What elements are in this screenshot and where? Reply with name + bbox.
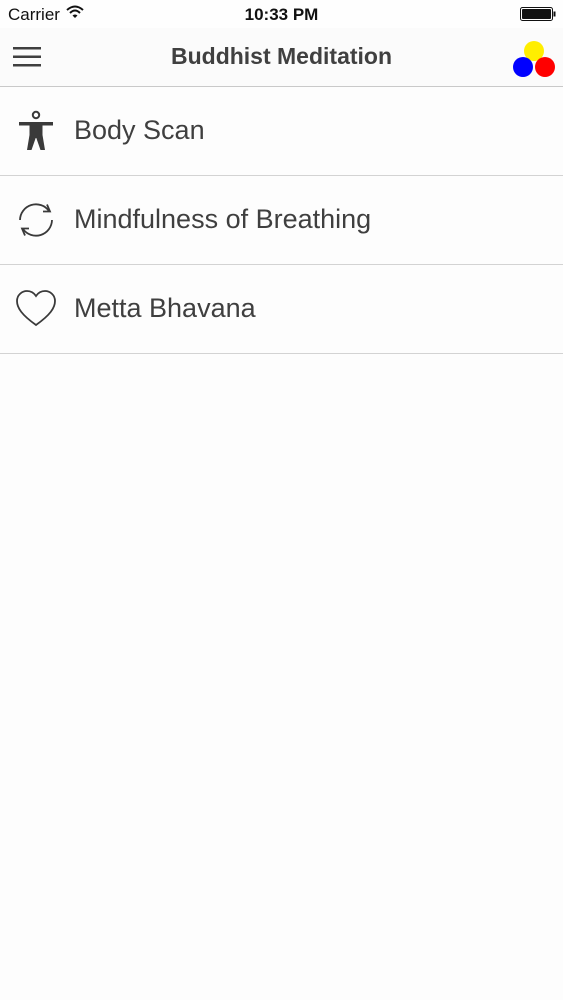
list-item-mindfulness-of-breathing[interactable]: Mindfulness of Breathing	[0, 176, 563, 265]
list-item-label: Metta Bhavana	[74, 293, 256, 323]
person-icon	[19, 110, 53, 150]
logo-blue-circle	[513, 57, 533, 77]
app-logo-icon[interactable]	[510, 40, 558, 80]
cycle-arrows-icon	[19, 203, 53, 237]
status-time: 10:33 PM	[244, 5, 319, 24]
page-title: Buddhist Meditation	[170, 43, 393, 69]
list-item-body-scan[interactable]: Body Scan	[0, 87, 563, 176]
list-item-label: Mindfulness of Breathing	[74, 204, 372, 234]
logo-red-circle	[535, 57, 555, 77]
list-item-metta-bhavana[interactable]: Metta Bhavana	[0, 265, 563, 354]
heart-icon	[16, 290, 56, 327]
navigation-bar: Buddhist Meditation	[0, 28, 563, 87]
list-item-label: Body Scan	[74, 115, 205, 145]
battery-icon	[520, 7, 556, 21]
meditation-list: Body Scan Mindfulness of Breathing Metta…	[0, 87, 563, 354]
status-bar: Carrier 10:33 PM	[0, 0, 563, 28]
